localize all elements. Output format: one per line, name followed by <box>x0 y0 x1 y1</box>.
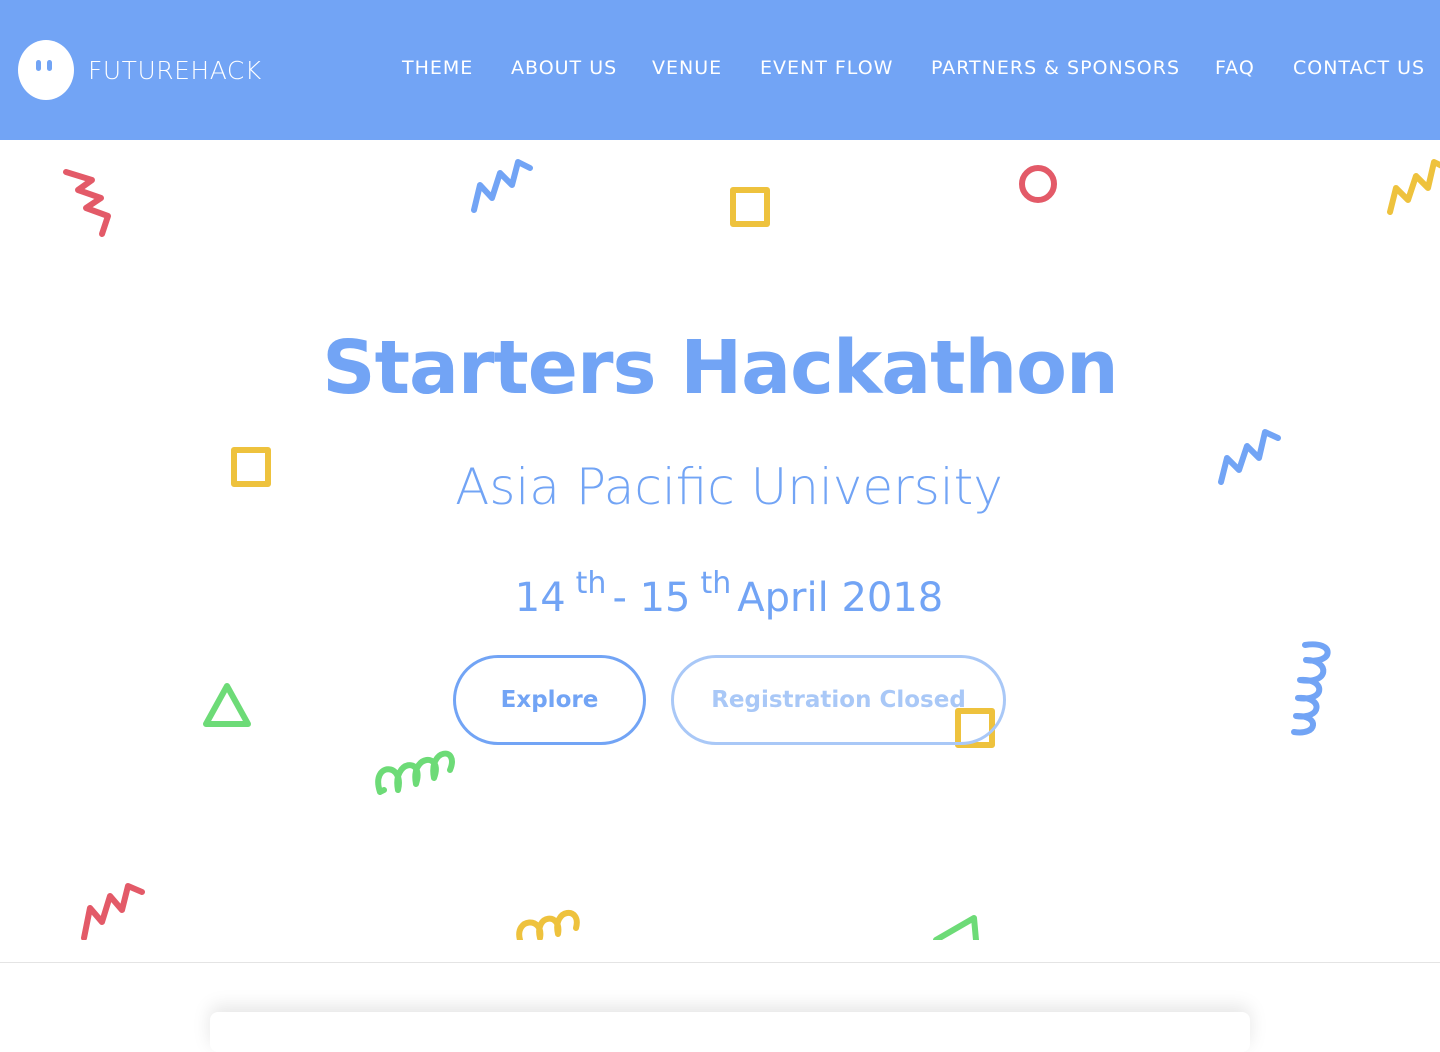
content-card <box>210 1012 1250 1052</box>
nav-item-theme[interactable]: THEME <box>402 54 473 82</box>
zigzag-red-icon <box>63 169 111 237</box>
brand-name[interactable]: FUTUREHACK <box>88 56 262 85</box>
month-year: April 2018 <box>737 575 944 621</box>
page-title: Starters Hackathon <box>322 325 1118 411</box>
confetti-decoration <box>63 159 1440 940</box>
date-separator: - <box>612 575 627 621</box>
nav-item-faq[interactable]: FAQ <box>1215 54 1255 82</box>
circle-red-icon <box>1019 165 1057 203</box>
brand[interactable]: FUTUREHACK <box>18 40 262 100</box>
spring-green-icon <box>375 750 455 795</box>
start-day-suffix: th <box>575 566 607 601</box>
nav-item-contact-us[interactable]: CONTACT US <box>1293 54 1425 82</box>
start-day: 14 <box>514 575 566 621</box>
zigzag-yellow-icon <box>1387 159 1440 215</box>
square-yellow-icon <box>730 187 770 227</box>
triangle-green-icon <box>203 683 251 727</box>
triangle-green-icon <box>933 915 979 940</box>
section-divider <box>0 962 1440 963</box>
zigzag-blue-icon <box>471 159 533 213</box>
end-day-suffix: th <box>700 566 732 601</box>
venue-subtitle: Asia Pacific University <box>455 458 1003 516</box>
hero-section: Starters Hackathon Asia Pacific Universi… <box>0 140 1440 940</box>
event-date: 14th - 15th April 2018 <box>0 566 1440 621</box>
nav-item-about-us[interactable]: ABOUT US <box>511 54 617 82</box>
nav-item-event-flow[interactable]: EVENT FLOW <box>760 54 893 82</box>
spring-yellow-icon <box>516 909 580 940</box>
registration-closed-button[interactable]: Registration Closed <box>671 655 1006 745</box>
spring-blue-icon <box>1291 641 1331 736</box>
zigzag-red-icon <box>81 883 145 940</box>
nav-item-partners-sponsors[interactable]: PARTNERS & SPONSORS <box>931 54 1180 82</box>
top-navbar: FUTUREHACK THEME ABOUT US VENUE EVENT FL… <box>0 0 1440 140</box>
nav-item-venue[interactable]: VENUE <box>652 54 722 82</box>
end-day: 15 <box>639 575 691 621</box>
ghost-face-icon <box>18 40 74 100</box>
explore-button[interactable]: Explore <box>453 655 646 745</box>
